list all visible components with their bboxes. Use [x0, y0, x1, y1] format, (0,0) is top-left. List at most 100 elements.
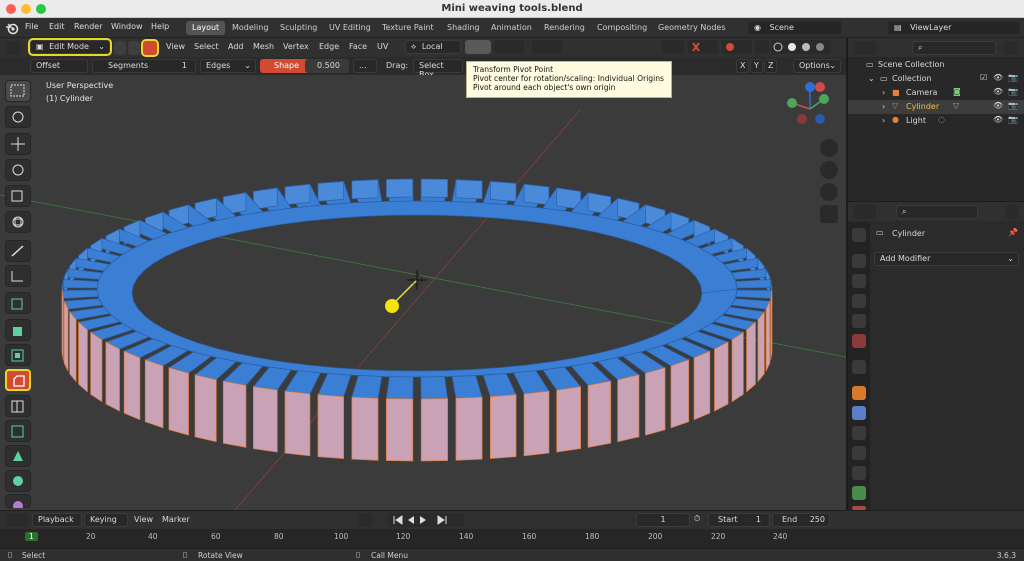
tooth-side-face[interactable] — [714, 341, 729, 412]
tooth-side-face[interactable] — [105, 341, 120, 412]
menu-add[interactable]: Add — [228, 42, 244, 51]
world-tab-icon[interactable] — [852, 334, 866, 348]
start-frame-field[interactable]: Start 1 — [708, 513, 770, 527]
tooth-side-face[interactable] — [770, 290, 773, 361]
tooth-side-face[interactable] — [420, 398, 448, 462]
tab-shading[interactable]: Shading — [441, 21, 486, 35]
menu-window[interactable]: Window — [111, 22, 143, 31]
drag-dropdown[interactable]: Select Box — [413, 59, 463, 79]
data-tab-icon[interactable] — [852, 486, 866, 500]
affect-dropdown[interactable]: Edges ⌄ — [200, 59, 256, 73]
options-dropdown[interactable]: Options ⌄ — [793, 59, 841, 73]
overlay-button[interactable] — [722, 40, 752, 54]
tooth-side-face[interactable] — [61, 290, 64, 361]
outliner-search-input[interactable]: ⌕ — [912, 41, 996, 55]
tooth-side-face[interactable] — [490, 180, 517, 202]
editor-type-icon[interactable] — [854, 205, 876, 219]
object-tab-icon[interactable] — [852, 386, 866, 400]
tooth-side-face[interactable] — [455, 396, 483, 461]
display-mode-icon[interactable] — [854, 41, 876, 55]
menu-uv[interactable]: UV — [377, 42, 388, 51]
tooth-side-face[interactable] — [168, 367, 189, 436]
render-tab-icon[interactable] — [852, 254, 866, 268]
menu-edge[interactable]: Edge — [319, 42, 339, 51]
tooth-top-face[interactable] — [61, 279, 99, 289]
scene-selector[interactable]: ◉ Scene — [748, 21, 842, 35]
pan-hand-icon[interactable] — [820, 161, 838, 179]
tooth-top-face[interactable] — [482, 373, 517, 397]
particles-tab-icon[interactable] — [852, 426, 866, 440]
menu-view[interactable]: View — [166, 42, 185, 51]
timeline-editor-icon[interactable] — [6, 513, 28, 527]
rotate-tool[interactable] — [5, 159, 31, 181]
tooth-side-face[interactable] — [253, 386, 278, 453]
mirror-z-toggle[interactable]: Z — [764, 59, 777, 73]
eye-icon[interactable]: 👁 — [993, 101, 1003, 110]
editor-type-icon[interactable] — [6, 41, 20, 55]
view-layer-tab-icon[interactable] — [852, 294, 866, 308]
modifier-tab-icon[interactable] — [852, 406, 866, 420]
segments-field[interactable]: Segments 1 — [92, 59, 196, 73]
eye-icon[interactable]: 👁 — [993, 115, 1003, 124]
outliner-item-cylinder[interactable]: › ▽ Cylinder ▽ 👁 📷 — [848, 100, 1024, 114]
menu-file[interactable]: File — [25, 22, 38, 31]
outliner-scene-collection[interactable]: ▭ Scene Collection — [848, 58, 1024, 72]
pin-icon[interactable]: 📌 — [1008, 228, 1018, 237]
tooth-side-face[interactable] — [386, 398, 414, 462]
mirror-y-toggle[interactable]: Y — [750, 59, 763, 73]
physics-tab-icon[interactable] — [852, 446, 866, 460]
move-tool[interactable] — [5, 133, 31, 155]
tooth-side-face[interactable] — [523, 183, 550, 206]
tooth-side-face[interactable] — [765, 300, 771, 372]
loop-cut-tool[interactable] — [5, 395, 31, 417]
tooth-top-face[interactable] — [451, 375, 483, 399]
tooth-top-face[interactable] — [735, 289, 773, 299]
tab-animation[interactable]: Animation — [485, 21, 538, 35]
add-modifier-dropdown[interactable]: Add Modifier ⌄ — [874, 252, 1019, 266]
camera-render-icon[interactable]: 📷 — [1008, 73, 1018, 82]
current-frame-field[interactable]: 1 — [636, 513, 690, 527]
perspective-toggle-icon[interactable] — [820, 205, 838, 223]
tooth-top-face[interactable] — [317, 373, 352, 397]
tooth-top-face[interactable] — [731, 298, 771, 310]
options-chevron-icon[interactable] — [1006, 205, 1018, 219]
tooth-side-face[interactable] — [693, 350, 711, 421]
tooth-top-face[interactable] — [284, 370, 322, 395]
mirror-icon[interactable] — [722, 59, 736, 73]
tooth-side-face[interactable] — [731, 331, 744, 403]
tooth-side-face[interactable] — [670, 359, 690, 429]
camera-render-icon[interactable]: 📷 — [1008, 101, 1018, 110]
knife-tool[interactable] — [5, 420, 31, 442]
shape-value-field[interactable]: 0.500 — [305, 59, 349, 73]
tab-compositing[interactable]: Compositing — [591, 21, 653, 35]
tooth-side-face[interactable] — [490, 394, 517, 460]
tooth-side-face[interactable] — [123, 350, 141, 421]
filter-icon[interactable] — [1004, 41, 1018, 55]
output-tab-icon[interactable] — [852, 274, 866, 288]
tool-tab-icon[interactable] — [852, 228, 866, 242]
pivot-point-button[interactable] — [465, 40, 491, 54]
viewlayer-selector[interactable]: ▤ ViewLayer — [888, 21, 1020, 35]
menu-edit[interactable]: Edit — [49, 22, 65, 31]
mode-selector[interactable]: ▣ Edit Mode ⌄ — [28, 38, 112, 56]
tab-layout[interactable]: Layout — [186, 21, 226, 35]
blender-logo-icon[interactable] — [5, 21, 19, 35]
properties-search-input[interactable]: ⌕ — [896, 205, 978, 219]
edge-select-button[interactable] — [128, 41, 140, 55]
tab-geometry-nodes[interactable]: Geometry Nodes — [652, 21, 731, 35]
xray-button[interactable] — [755, 40, 769, 54]
poly-build-tool[interactable] — [5, 445, 31, 467]
tooth-top-face[interactable] — [61, 289, 99, 299]
menu-vertex[interactable]: Vertex — [283, 42, 309, 51]
vertex-select-button[interactable] — [114, 41, 126, 55]
tab-texture-paint[interactable]: Texture Paint — [376, 21, 440, 35]
more-options-dropdown[interactable]: ... — [353, 59, 377, 73]
clock-icon[interactable]: ⏱ — [694, 514, 700, 524]
cursor-tool[interactable] — [5, 106, 31, 128]
tooth-side-face[interactable] — [90, 331, 103, 403]
zoom-icon[interactable] — [820, 139, 838, 157]
tooth-top-face[interactable] — [420, 376, 449, 400]
camera-render-icon[interactable]: 📷 — [1008, 87, 1018, 96]
eye-icon[interactable]: 👁 — [993, 87, 1003, 96]
playback-controls[interactable] — [388, 513, 464, 527]
